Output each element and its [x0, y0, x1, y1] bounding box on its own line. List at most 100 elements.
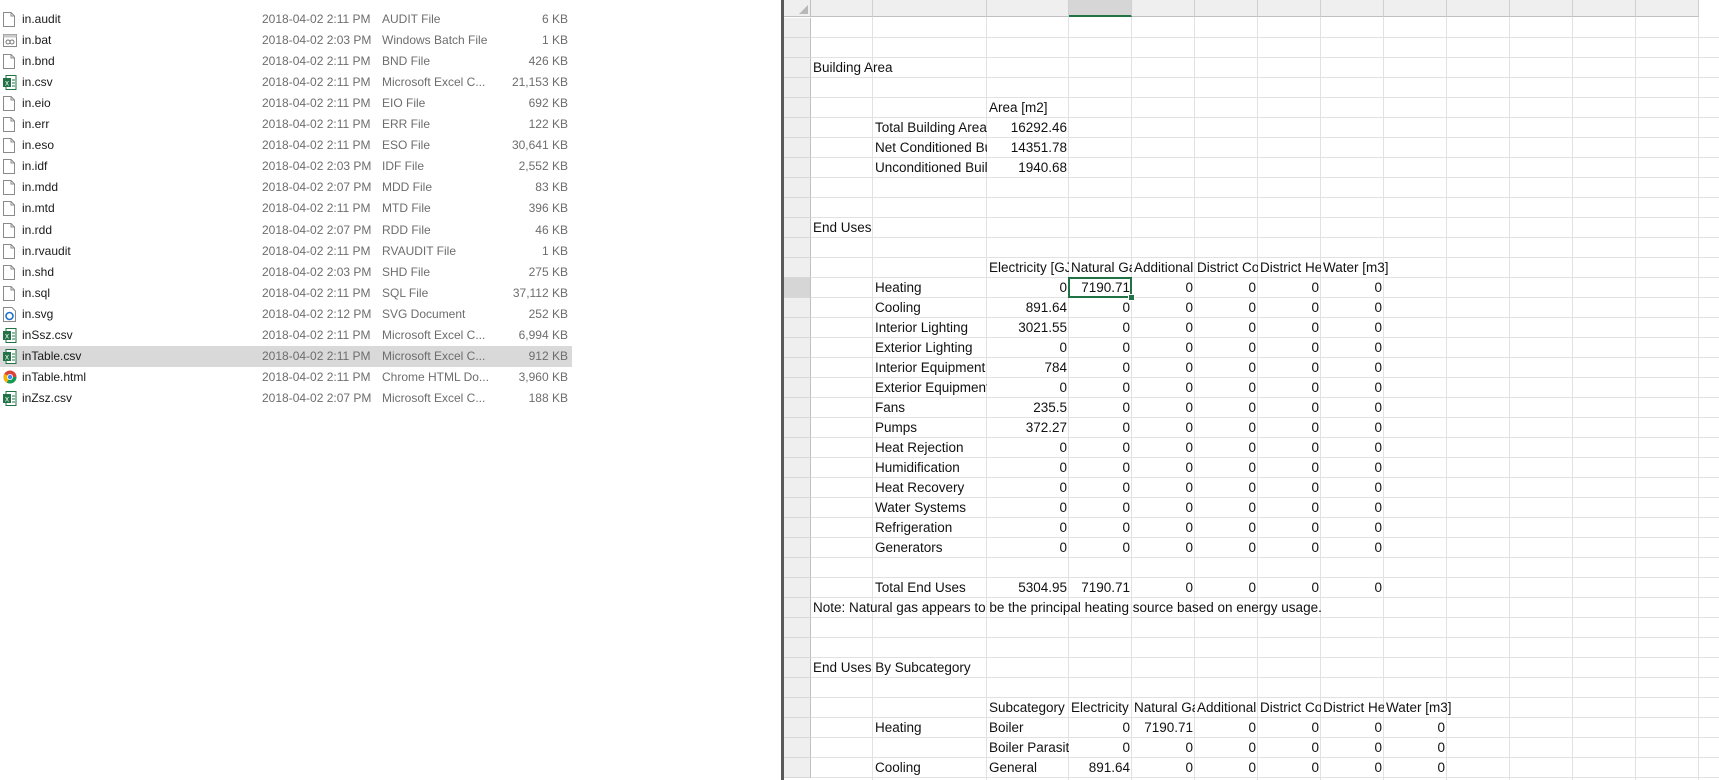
- cell-b53[interactable]: Exterior Lighting: [873, 338, 987, 358]
- cell-h55[interactable]: 0: [1321, 378, 1384, 398]
- cell-b65[interactable]: Total End Uses: [873, 578, 987, 598]
- column-header-d[interactable]: [1069, 0, 1132, 17]
- cell-h52[interactable]: 0: [1321, 318, 1384, 338]
- cell-b72[interactable]: Heating: [873, 718, 987, 738]
- cell-g53[interactable]: 0: [1258, 338, 1321, 358]
- cell-h74[interactable]: 0: [1321, 758, 1384, 778]
- cell-e58[interactable]: 0: [1132, 438, 1195, 458]
- row-header[interactable]: [784, 138, 811, 158]
- row-header[interactable]: [784, 38, 811, 58]
- row-header[interactable]: [784, 458, 811, 478]
- cell-c63[interactable]: 0: [987, 538, 1069, 558]
- cell-c62[interactable]: 0: [987, 518, 1069, 538]
- cell-f53[interactable]: 0: [1195, 338, 1258, 358]
- row-header[interactable]: [784, 438, 811, 458]
- file-row[interactable]: x inZsz.csv 2018-04-02 2:07 PM Microsoft Ex…: [0, 388, 572, 409]
- cell-d56[interactable]: 0: [1069, 398, 1132, 418]
- cell-f57[interactable]: 0: [1195, 418, 1258, 438]
- cell-d61[interactable]: 0: [1069, 498, 1132, 518]
- row-header[interactable]: [784, 538, 811, 558]
- cell-f62[interactable]: 0: [1195, 518, 1258, 538]
- cell-g62[interactable]: 0: [1258, 518, 1321, 538]
- cell-d62[interactable]: 0: [1069, 518, 1132, 538]
- column-header-b[interactable]: [873, 0, 987, 17]
- cell-b43[interactable]: Net Conditioned Building Area: [873, 138, 987, 158]
- file-row[interactable]: in.rdd 2018-04-02 2:07 PM RDD File 46 KB: [0, 220, 572, 241]
- cell-g74[interactable]: 0: [1258, 758, 1321, 778]
- cell-g52[interactable]: 0: [1258, 318, 1321, 338]
- cell-e63[interactable]: 0: [1132, 538, 1195, 558]
- cell-c57[interactable]: 372.27: [987, 418, 1069, 438]
- cell-c49[interactable]: Electricity [GJ]: [987, 258, 1069, 278]
- cell-c54[interactable]: 784: [987, 358, 1069, 378]
- cell-h57[interactable]: 0: [1321, 418, 1384, 438]
- row-header[interactable]: [784, 18, 811, 38]
- cell-c44[interactable]: 1940.68: [987, 158, 1069, 178]
- column-header-e[interactable]: [1132, 0, 1195, 17]
- cell-h50[interactable]: 0: [1321, 278, 1384, 298]
- column-header-h[interactable]: [1321, 0, 1384, 17]
- cell-g51[interactable]: 0: [1258, 298, 1321, 318]
- row-header[interactable]: [784, 718, 811, 738]
- cell-e72[interactable]: 7190.71: [1132, 718, 1195, 738]
- cell-f65[interactable]: 0: [1195, 578, 1258, 598]
- cell-f50[interactable]: 0: [1195, 278, 1258, 298]
- file-row[interactable]: inTable.html 2018-04-02 2:11 PM Chrome HTM…: [0, 367, 572, 388]
- cell-i74[interactable]: 0: [1384, 758, 1447, 778]
- cell-g65[interactable]: 0: [1258, 578, 1321, 598]
- cell-e60[interactable]: 0: [1132, 478, 1195, 498]
- cell-b55[interactable]: Exterior Equipment: [873, 378, 987, 398]
- cell-h49[interactable]: Water [m3]: [1321, 258, 1699, 278]
- cell-i71[interactable]: Water [m3]: [1384, 698, 1699, 718]
- cell-f55[interactable]: 0: [1195, 378, 1258, 398]
- cell-b56[interactable]: Fans: [873, 398, 987, 418]
- cell-b42[interactable]: Total Building Area: [873, 118, 987, 138]
- active-cell-selection[interactable]: [1068, 277, 1132, 298]
- cell-f72[interactable]: 0: [1195, 718, 1258, 738]
- row-header[interactable]: [784, 278, 811, 298]
- cell-c71[interactable]: Subcategory: [987, 698, 1069, 718]
- file-row[interactable]: in.bat 2018-04-02 2:03 PM Windows Batch Fi…: [0, 30, 572, 51]
- row-header[interactable]: [784, 618, 811, 638]
- cell-a47[interactable]: End Uses: [811, 218, 1699, 238]
- cell-h73[interactable]: 0: [1321, 738, 1384, 758]
- cell-f58[interactable]: 0: [1195, 438, 1258, 458]
- cell-h53[interactable]: 0: [1321, 338, 1384, 358]
- cell-b60[interactable]: Heat Recovery: [873, 478, 987, 498]
- cell-f59[interactable]: 0: [1195, 458, 1258, 478]
- file-row[interactable]: in.sql 2018-04-02 2:11 PM SQL File 37,112 K…: [0, 283, 572, 304]
- cell-d54[interactable]: 0: [1069, 358, 1132, 378]
- file-row[interactable]: in.idf 2018-04-02 2:03 PM IDF File 2,552 KB: [0, 156, 572, 177]
- cell-c65[interactable]: 5304.95: [987, 578, 1069, 598]
- column-header-j[interactable]: [1447, 0, 1510, 17]
- cell-h58[interactable]: 0: [1321, 438, 1384, 458]
- cell-h62[interactable]: 0: [1321, 518, 1384, 538]
- cell-h65[interactable]: 0: [1321, 578, 1384, 598]
- cell-d57[interactable]: 0: [1069, 418, 1132, 438]
- row-header[interactable]: [784, 338, 811, 358]
- row-header[interactable]: [784, 178, 811, 198]
- cell-g58[interactable]: 0: [1258, 438, 1321, 458]
- file-row[interactable]: in.rvaudit 2018-04-02 2:11 PM RVAUDIT File…: [0, 241, 572, 262]
- cell-c56[interactable]: 235.5: [987, 398, 1069, 418]
- row-header[interactable]: [784, 398, 811, 418]
- cell-f56[interactable]: 0: [1195, 398, 1258, 418]
- row-header[interactable]: [784, 198, 811, 218]
- cell-c50[interactable]: 0: [987, 278, 1069, 298]
- cell-c72[interactable]: Boiler: [987, 718, 1069, 738]
- row-header[interactable]: [784, 158, 811, 178]
- cell-h51[interactable]: 0: [1321, 298, 1384, 318]
- column-header-f[interactable]: [1195, 0, 1258, 17]
- row-header[interactable]: [784, 258, 811, 278]
- cell-c51[interactable]: 891.64: [987, 298, 1069, 318]
- cell-d74[interactable]: 891.64: [1069, 758, 1132, 778]
- row-header[interactable]: [784, 298, 811, 318]
- row-header[interactable]: [784, 218, 811, 238]
- cell-b59[interactable]: Humidification: [873, 458, 987, 478]
- file-row[interactable]: in.audit 2018-04-02 2:11 PM AUDIT File 6 KB: [0, 9, 572, 30]
- cell-e71[interactable]: Natural Gas [GJ]: [1132, 698, 1195, 718]
- file-row[interactable]: in.err 2018-04-02 2:11 PM ERR File 122 KB: [0, 114, 572, 135]
- cell-c52[interactable]: 3021.55: [987, 318, 1069, 338]
- cell-a39[interactable]: Building Area: [811, 58, 1699, 78]
- cell-d51[interactable]: 0: [1069, 298, 1132, 318]
